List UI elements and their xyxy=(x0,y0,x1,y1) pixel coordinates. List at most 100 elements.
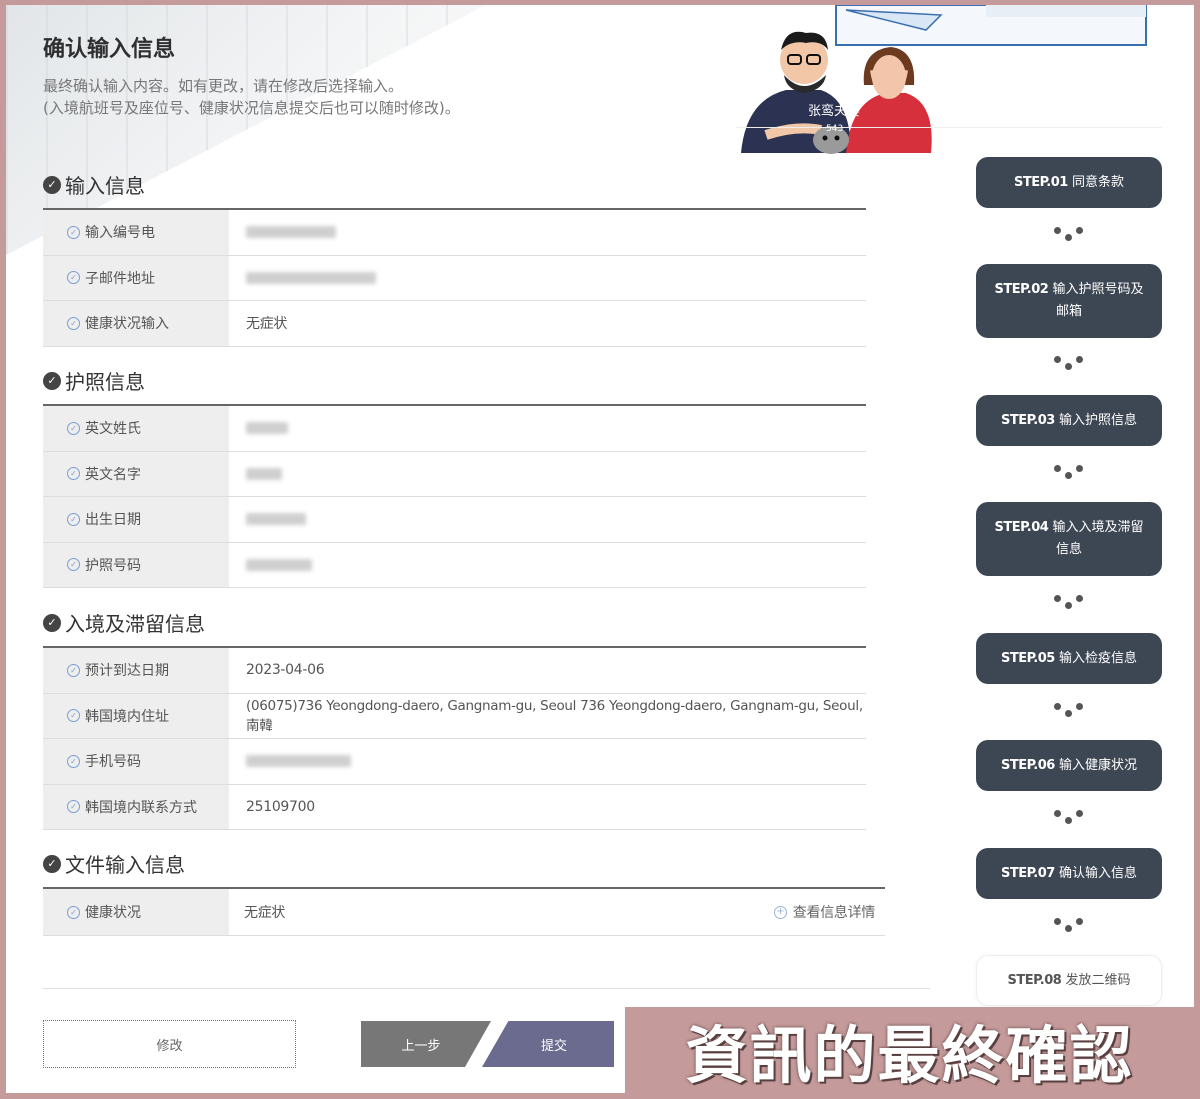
view-details-label: 查看信息详情 xyxy=(792,905,876,921)
check-icon: ✓ xyxy=(67,271,80,285)
redacted-value xyxy=(246,226,336,239)
description-line-1: 最终确认输入内容。如有更改，请在修改后选择输入。 xyxy=(43,77,404,95)
redacted-value xyxy=(246,467,282,480)
section-title-input-info: ✓ 输入信息 xyxy=(43,170,145,199)
step-05: STEP.05 输入检疫信息 xyxy=(976,633,1162,684)
entry-table: ✓ 预计到达日期 2023-04-06 ✓ 韩国境内住址 (06075)736 Ye… xyxy=(43,646,866,830)
check-circle-icon: ✓ xyxy=(43,854,61,873)
section-title-text: 文件输入信息 xyxy=(65,853,185,877)
redacted-value xyxy=(246,422,288,435)
table-row: ✓ 子邮件地址 xyxy=(43,255,866,301)
section-title-passport: ✓ 护照信息 xyxy=(43,366,145,395)
step-01: STEP.01 同意条款 xyxy=(976,157,1162,208)
table-row: ✓ 韩国境内联系方式 25109700 xyxy=(43,784,866,830)
check-icon: ✓ xyxy=(67,754,80,768)
step-label: 输入检疫信息 xyxy=(1058,650,1137,666)
check-icon: ✓ xyxy=(67,905,80,919)
description-line-2: (入境航班号及座位号、健康状况信息提交后也可以随时修改)。 xyxy=(43,99,460,117)
check-icon: ✓ xyxy=(67,225,80,239)
table-row: ✓ 输入编号电 xyxy=(43,210,866,256)
header-divider xyxy=(736,127,1162,128)
redacted-value xyxy=(246,271,376,284)
check-icon: ✓ xyxy=(67,512,80,526)
caption-overlay: 資訊的最終確認 xyxy=(625,1007,1194,1093)
table-row: ✓ 英文名字 xyxy=(43,451,866,497)
step-connector xyxy=(1054,227,1084,245)
step-number: STEP.08 xyxy=(1007,972,1062,988)
check-circle-icon: ✓ xyxy=(43,371,61,390)
row-value: 无症状 xyxy=(246,316,288,333)
page-header: 确认输入信息 最终确认输入内容。如有更改，请在修改后选择输入。 (入境航班号及座… xyxy=(43,31,460,119)
plus-circle-icon: + xyxy=(773,905,787,919)
edit-button[interactable]: 修改 xyxy=(43,1020,296,1068)
step-number: STEP.07 xyxy=(1001,865,1055,881)
step-connector xyxy=(1054,356,1084,374)
step-label: 同意条款 xyxy=(1071,174,1124,190)
check-icon: ✓ xyxy=(67,467,80,481)
step-06: STEP.06 输入健康状况 xyxy=(976,740,1162,791)
step-connector xyxy=(1054,465,1084,483)
row-label: 韩国境内联系方式 xyxy=(85,799,197,816)
table-row: ✓ 健康状况输入 无症状 xyxy=(43,301,866,347)
step-number: STEP.06 xyxy=(1001,757,1055,773)
row-label: 手机号码 xyxy=(85,754,141,771)
previous-step-button[interactable]: 上一步 xyxy=(361,1021,491,1067)
input-info-table: ✓ 输入编号电 ✓ 子邮件地址 ✓ 健康状况输入 无症状 xyxy=(43,208,866,347)
step-label: 发放二维码 xyxy=(1065,972,1131,988)
section-title-text: 入境及滞留信息 xyxy=(65,612,205,636)
section-title-text: 输入信息 xyxy=(65,174,145,198)
table-row: ✓ 出生日期 xyxy=(43,497,866,543)
section-title-entry: ✓ 入境及滞留信息 xyxy=(43,608,205,637)
section-title-files: ✓ 文件输入信息 xyxy=(43,849,185,878)
step-connector xyxy=(1054,595,1084,613)
step-number: STEP.04 xyxy=(994,520,1049,535)
step-03: STEP.03 输入护照信息 xyxy=(976,395,1162,446)
step-08: STEP.08 发放二维码 xyxy=(976,955,1162,1006)
step-connector xyxy=(1054,810,1084,828)
step-07: STEP.07 确认输入信息 xyxy=(976,848,1162,899)
row-value: (06075)736 Yeongdong-daero, Gangnam-gu, … xyxy=(246,697,863,734)
step-connector xyxy=(1054,703,1084,721)
row-label: 子邮件地址 xyxy=(85,270,155,287)
step-connector xyxy=(1054,918,1084,936)
row-label: 预计到达日期 xyxy=(85,663,169,680)
row-label: 英文姓氏 xyxy=(85,421,141,438)
table-row: ✓ 手机号码 xyxy=(43,739,866,785)
row-label: 英文名字 xyxy=(85,466,141,483)
view-details-link[interactable]: + 查看信息详情 xyxy=(773,902,876,922)
section-title-text: 护照信息 xyxy=(65,370,145,394)
step-label: 输入健康状况 xyxy=(1058,757,1137,773)
table-row: ✓ 英文姓氏 xyxy=(43,406,866,452)
step-label: 输入护照号码及邮箱 xyxy=(1052,282,1144,319)
step-02: STEP.02 输入护照号码及邮箱 xyxy=(976,264,1162,338)
row-label: 健康状况 xyxy=(85,905,141,921)
check-circle-icon: ✓ xyxy=(43,613,61,632)
check-icon: ✓ xyxy=(67,709,80,723)
page-description: 最终确认输入内容。如有更改，请在修改后选择输入。 (入境航班号及座位号、健康状况… xyxy=(43,75,460,119)
row-label: 护照号码 xyxy=(85,557,141,574)
files-table: ✓ 健康状况 无症状 + 查看信息详情 xyxy=(43,887,885,936)
table-row: ✓ 预计到达日期 2023-04-06 xyxy=(43,648,866,694)
row-value: 2023-04-06 xyxy=(246,662,325,679)
check-icon: ✓ xyxy=(67,316,80,330)
table-row: ✓ 健康状况 无症状 + 查看信息详情 xyxy=(43,889,885,936)
step-label: 输入入境及滞留信息 xyxy=(1052,520,1144,557)
check-icon: ✓ xyxy=(67,663,80,677)
bottom-divider xyxy=(43,988,930,989)
row-label: 出生日期 xyxy=(85,512,141,529)
check-icon: ✓ xyxy=(67,421,80,435)
redacted-value xyxy=(246,558,312,571)
check-icon: ✓ xyxy=(67,558,80,572)
check-circle-icon: ✓ xyxy=(43,175,61,194)
row-label: 健康状况输入 xyxy=(85,316,169,333)
row-label: 韩国境内住址 xyxy=(85,708,169,725)
table-row: ✓ 韩国境内住址 (06075)736 Yeongdong-daero, Gang… xyxy=(43,693,866,739)
submit-button[interactable]: 提交 xyxy=(482,1021,614,1067)
page-frame: 确认输入信息 最终确认输入内容。如有更改，请在修改后选择输入。 (入境航班号及座… xyxy=(6,5,1194,1093)
step-04: STEP.04 输入入境及滞留信息 xyxy=(976,502,1162,576)
row-value: 25109700 xyxy=(246,798,315,815)
step-number: STEP.03 xyxy=(1001,412,1055,428)
check-icon: ✓ xyxy=(67,800,80,814)
illustration-sign-sub: 543 xyxy=(826,124,843,134)
step-label: 确认输入信息 xyxy=(1058,865,1137,881)
